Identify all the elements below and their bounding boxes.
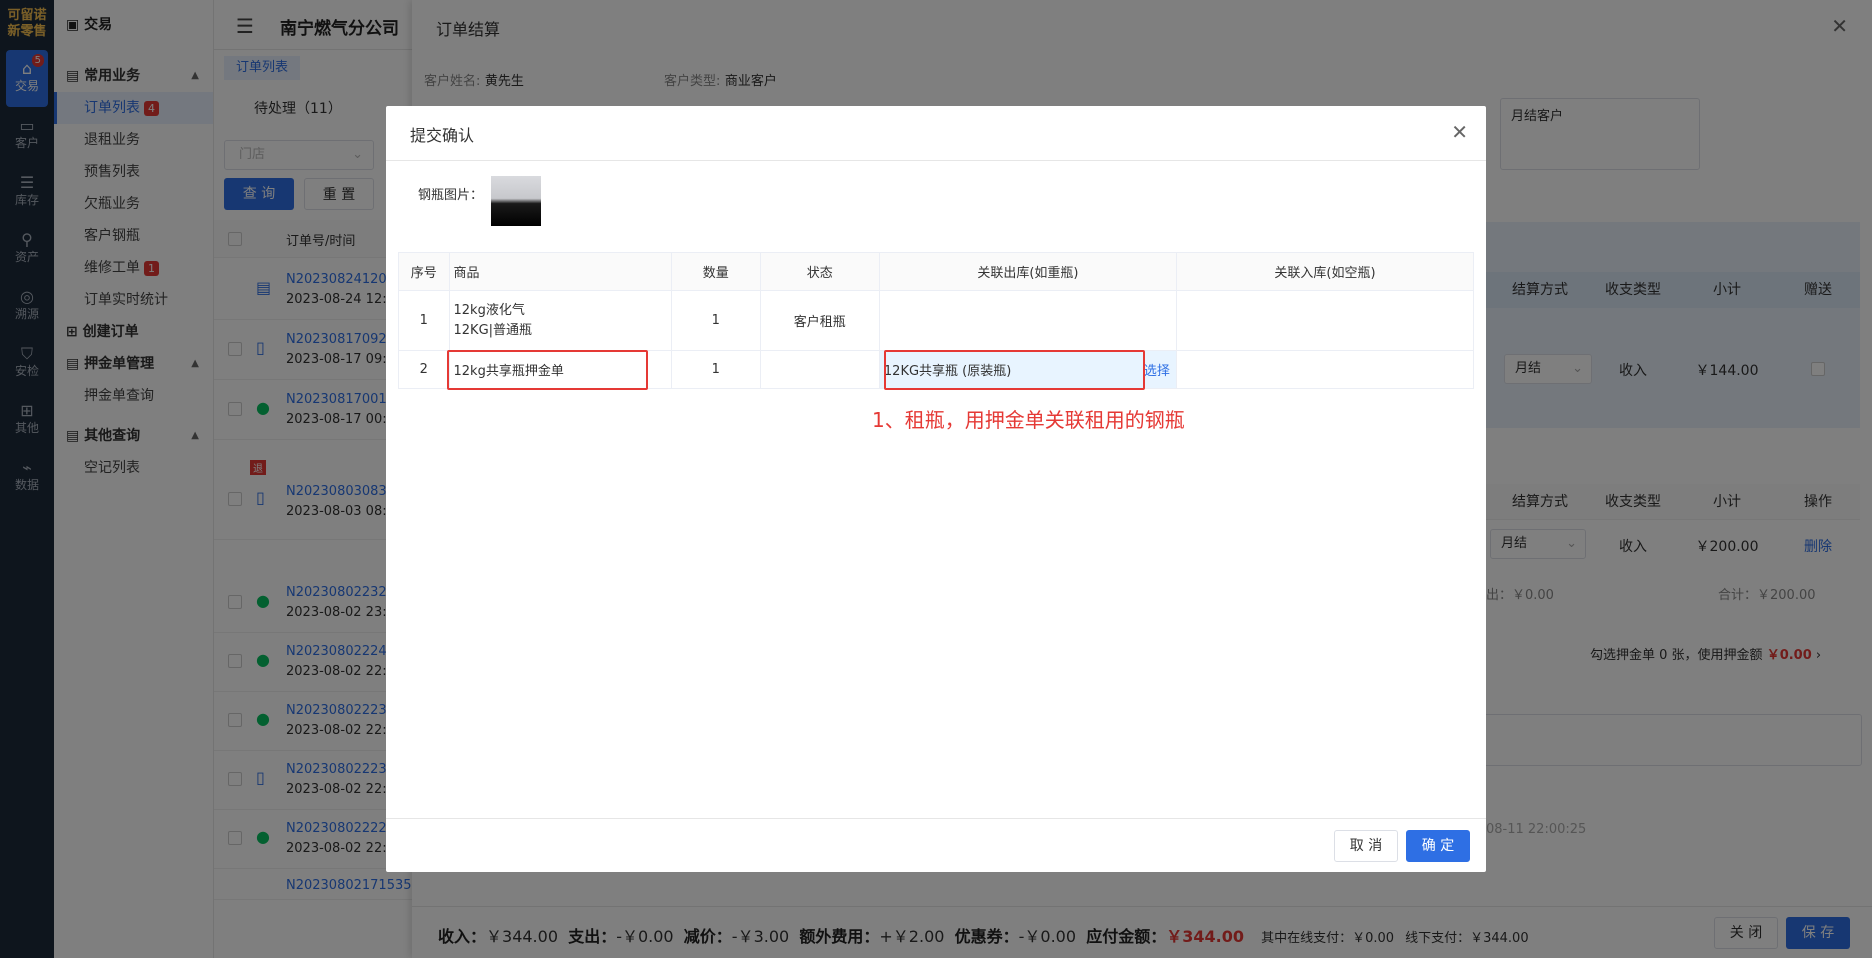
submit-confirm-dialog: 提交确认 ✕ 钢瓶图片： 序号 商品 数量 状态 关联出库(如重瓶) 关联入库(… — [386, 106, 1486, 872]
col-qty: 数量 — [670, 252, 761, 291]
row-status — [759, 350, 880, 389]
highlight-box-outbound — [884, 350, 1145, 390]
col-product: 商品 — [448, 252, 672, 291]
product-cell: 12kg液化气 12KG|普通瓶 — [448, 290, 672, 351]
select-link[interactable]: 选择 — [1144, 360, 1170, 379]
row-outbound[interactable] — [878, 290, 1177, 351]
cylinder-image-label: 钢瓶图片： — [418, 188, 484, 203]
close-icon[interactable]: ✕ — [1451, 120, 1468, 144]
annotation-note: 1、租瓶，用押金单关联租用的钢瓶 — [872, 408, 1185, 432]
col-outbound: 关联出库(如重瓶) — [878, 252, 1177, 291]
product-spec: 12KG|普通瓶 — [453, 322, 533, 338]
cancel-button[interactable]: 取 消 — [1334, 830, 1398, 862]
table-row: 1 12kg液化气 12KG|普通瓶 1 客户租瓶 — [398, 290, 1475, 351]
dialog-title: 提交确认 — [410, 126, 475, 145]
table-header-row: 序号 商品 数量 状态 关联出库(如重瓶) 关联入库(如空瓶) — [398, 252, 1475, 291]
col-status: 状态 — [759, 252, 880, 291]
divider — [386, 818, 1486, 819]
col-inbound: 关联入库(如空瓶) — [1175, 252, 1475, 291]
product-name: 12kg液化气 — [453, 302, 525, 318]
divider — [386, 160, 1486, 161]
row-inbound[interactable] — [1175, 290, 1475, 351]
confirm-button[interactable]: 确 定 — [1406, 830, 1470, 862]
row-qty: 1 — [670, 350, 761, 389]
col-index: 序号 — [398, 252, 450, 291]
row-inbound[interactable] — [1175, 350, 1475, 389]
row-index: 1 — [398, 290, 450, 351]
row-status: 客户租瓶 — [759, 290, 880, 351]
cylinder-photo[interactable] — [491, 176, 541, 226]
row-qty: 1 — [670, 290, 761, 351]
highlight-box-product — [447, 350, 648, 390]
row-index: 2 — [398, 350, 450, 389]
